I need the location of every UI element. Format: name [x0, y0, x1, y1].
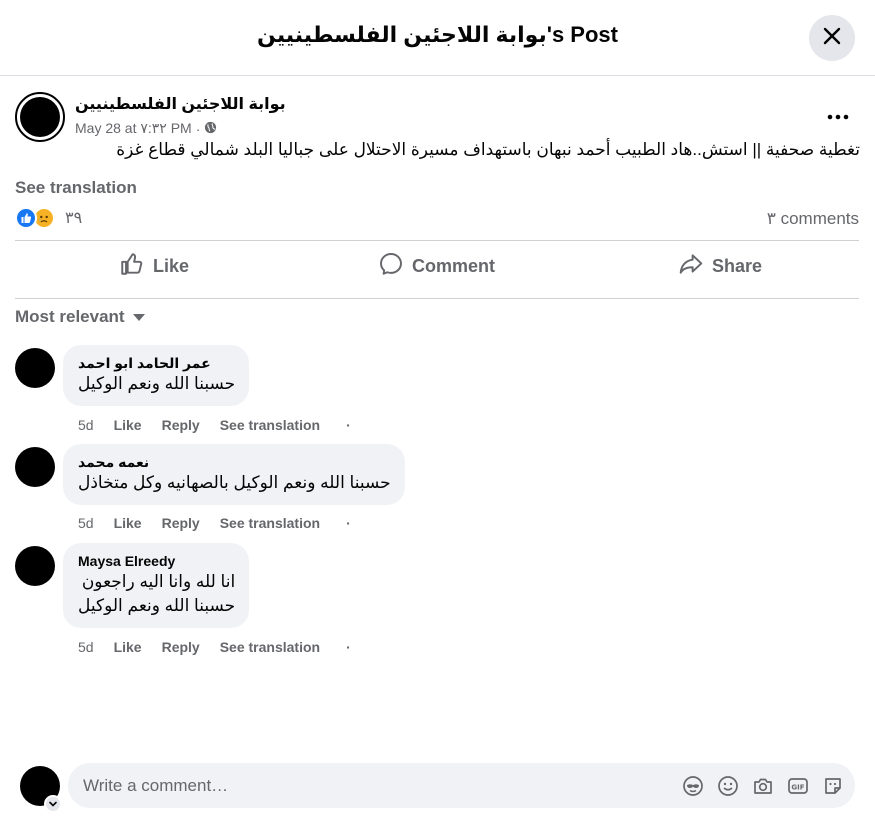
comment-sort-dropdown[interactable]: Most relevant	[15, 307, 145, 327]
comment-see-translation[interactable]: See translation	[220, 639, 320, 655]
comment-dot: ·	[346, 639, 351, 655]
more-options-icon	[827, 103, 849, 126]
comment-see-translation[interactable]: See translation	[220, 515, 320, 531]
comment-reply-button[interactable]: Reply	[162, 639, 200, 655]
chevron-down-icon	[132, 313, 145, 321]
comment-like-button[interactable]: Like	[114, 417, 142, 433]
sort-label: Most relevant	[15, 307, 125, 326]
svg-text:GIF: GIF	[791, 783, 804, 791]
meta-separator: ·	[195, 120, 201, 137]
commenter-name[interactable]: Maysa Elreedy	[78, 552, 235, 570]
commenter-avatar[interactable]	[15, 348, 55, 388]
commenter-name[interactable]: عمر الحامد ابو احمد	[78, 354, 235, 372]
comment-composer[interactable]: GIF	[68, 763, 855, 808]
dialog-header: بوابة اللاجئين الفلسطينيين's Post	[0, 0, 875, 76]
comment-like-button[interactable]: Like	[114, 515, 142, 531]
page-avatar[interactable]	[15, 92, 65, 142]
comment-actions: 5d Like Reply See translation ·	[78, 639, 351, 655]
comment-like-button[interactable]: Like	[114, 639, 142, 655]
comment-actions: 5d Like Reply See translation ·	[78, 417, 351, 433]
share-label: Share	[712, 255, 763, 276]
comments-count-link[interactable]: ٣ comments	[767, 209, 859, 229]
comment-time[interactable]: 5d	[78, 639, 94, 655]
chevron-down-icon[interactable]	[44, 795, 62, 813]
commenter-avatar[interactable]	[15, 447, 55, 487]
comment-actions: 5d Like Reply See translation ·	[78, 515, 351, 531]
reaction-count: ٣٩	[65, 210, 83, 227]
post-text: تغطية صحفية || استش..هاد الطبيب أحمد نبه…	[116, 140, 860, 159]
globe-icon	[204, 121, 217, 137]
comment-time[interactable]: 5d	[78, 417, 94, 433]
comment-time[interactable]: 5d	[78, 515, 94, 531]
commenter-avatar[interactable]	[15, 546, 55, 586]
comment-text: انا لله وانا اليه راجعون	[81, 572, 236, 591]
avatar-sticker-icon[interactable]	[681, 774, 705, 798]
comment-dot: ·	[346, 515, 351, 531]
comment-bubble: Maysa Elreedy انا لله وانا اليه راجعون ح…	[63, 543, 250, 628]
sticker-icon[interactable]	[821, 774, 845, 798]
comment-see-translation[interactable]: See translation	[220, 417, 320, 433]
like-button[interactable]: Like	[119, 250, 189, 282]
more-options-button[interactable]	[822, 100, 854, 128]
comment-reply-button[interactable]: Reply	[162, 417, 200, 433]
comment-text: حسبنا الله ونعم الوكيل بالصهانيه وكل متخ…	[78, 473, 391, 492]
comment-dot: ·	[346, 417, 351, 433]
camera-icon[interactable]	[751, 774, 775, 798]
share-icon	[678, 251, 704, 282]
close-button[interactable]	[809, 15, 855, 61]
post-timestamp[interactable]: May 28 at ٧:٣٢ PM	[75, 120, 192, 137]
like-icon	[119, 251, 145, 282]
comment-bubble: نعمه محمد حسبنا الله ونعم الوكيل بالصهان…	[63, 444, 405, 505]
dialog-title: بوابة اللاجئين الفلسطينيين's Post	[257, 22, 618, 47]
comment-input[interactable]	[83, 763, 663, 808]
divider	[15, 240, 859, 241]
comment-label: Comment	[412, 255, 496, 276]
gif-icon[interactable]: GIF	[786, 774, 810, 798]
see-translation-link[interactable]: See translation	[15, 178, 137, 198]
comment-reply-button[interactable]: Reply	[162, 515, 200, 531]
close-icon	[822, 26, 842, 51]
post-meta: May 28 at ٧:٣٢ PM ·	[75, 120, 217, 137]
commenter-name[interactable]: نعمه محمد	[78, 453, 391, 471]
comment-icon	[378, 251, 404, 282]
like-label: Like	[153, 255, 190, 276]
comment-bubble: عمر الحامد ابو احمد حسبنا الله ونعم الوك…	[63, 345, 250, 406]
share-button[interactable]: Share	[678, 250, 762, 282]
divider	[15, 298, 859, 299]
reactions-summary[interactable]: ٣٩	[15, 207, 82, 229]
emoji-icon[interactable]	[716, 774, 740, 798]
comment-text: حسبنا الله ونعم الوكيل	[78, 596, 236, 615]
like-reaction-icon	[15, 207, 37, 229]
post-author-name[interactable]: بوابة اللاجئين الفلسطينيين	[75, 94, 286, 114]
comment-button[interactable]: Comment	[378, 250, 495, 282]
comment-text: حسبنا الله ونعم الوكيل	[78, 374, 236, 393]
